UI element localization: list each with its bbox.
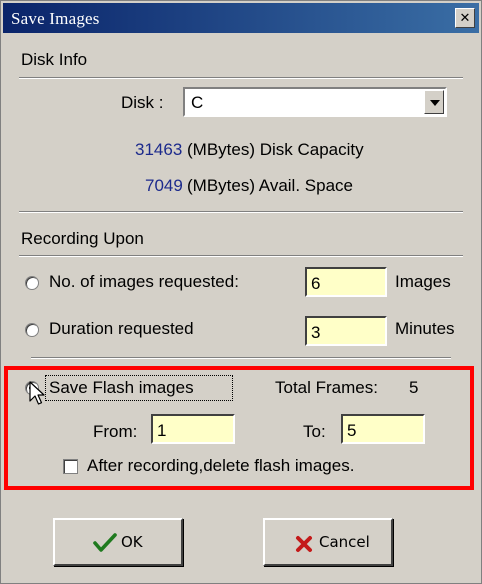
duration-requested-input[interactable] xyxy=(305,316,387,346)
disk-capacity-label: (MBytes) Disk Capacity xyxy=(187,140,364,159)
disk-info-bottom-divider xyxy=(19,211,463,213)
images-requested-radio[interactable] xyxy=(25,276,39,290)
close-button[interactable]: ✕ xyxy=(455,8,475,28)
ok-button[interactable]: OK xyxy=(53,518,183,566)
to-frame-input[interactable] xyxy=(341,414,425,444)
duration-unit-label: Minutes xyxy=(395,319,455,338)
images-requested-input[interactable] xyxy=(305,267,387,297)
cancel-button[interactable]: Cancel xyxy=(263,518,393,566)
disk-select-dropdown-button[interactable] xyxy=(424,90,444,114)
save-images-dialog: Save Images ✕ Disk Info Disk : C 31463 (… xyxy=(0,0,482,584)
cancel-button-label: Cancel xyxy=(319,533,370,551)
disk-select-value: C xyxy=(191,93,204,112)
duration-requested-label: Duration requested xyxy=(49,319,194,338)
title-bar[interactable]: Save Images ✕ xyxy=(3,3,479,33)
disk-info-group-label: Disk Info xyxy=(21,50,88,69)
images-unit-label: Images xyxy=(395,272,451,291)
total-frames-label: Total Frames: xyxy=(275,378,378,397)
delete-flash-images-checkbox[interactable] xyxy=(63,459,78,474)
chevron-down-icon xyxy=(430,100,440,106)
from-frame-input[interactable] xyxy=(151,414,235,444)
from-label: From: xyxy=(93,422,138,441)
delete-flash-images-label: After recording,delete flash images. xyxy=(87,456,355,475)
disk-select[interactable]: C xyxy=(183,87,447,117)
save-flash-images-label: Save Flash images xyxy=(49,378,194,397)
checkmark-icon xyxy=(93,533,117,552)
disk-label: Disk : xyxy=(121,93,164,112)
disk-capacity-value: 31463 xyxy=(135,140,183,159)
avail-space-value: 7049 xyxy=(145,176,183,195)
total-frames-value: 5 xyxy=(409,378,419,397)
avail-space-label: (MBytes) Avail. Space xyxy=(187,176,353,195)
flash-divider xyxy=(31,357,451,359)
recording-divider xyxy=(19,255,463,257)
images-requested-label: No. of images requested: xyxy=(49,272,239,291)
to-label: To: xyxy=(303,422,326,441)
recording-group-label: Recording Upon xyxy=(21,229,144,248)
mouse-cursor-icon xyxy=(29,381,45,405)
ok-button-label: OK xyxy=(121,533,143,551)
window-title: Save Images xyxy=(11,9,100,28)
duration-requested-radio[interactable] xyxy=(25,323,39,337)
disk-info-divider xyxy=(19,77,463,79)
close-icon: ✕ xyxy=(459,10,471,25)
x-icon xyxy=(296,536,312,552)
